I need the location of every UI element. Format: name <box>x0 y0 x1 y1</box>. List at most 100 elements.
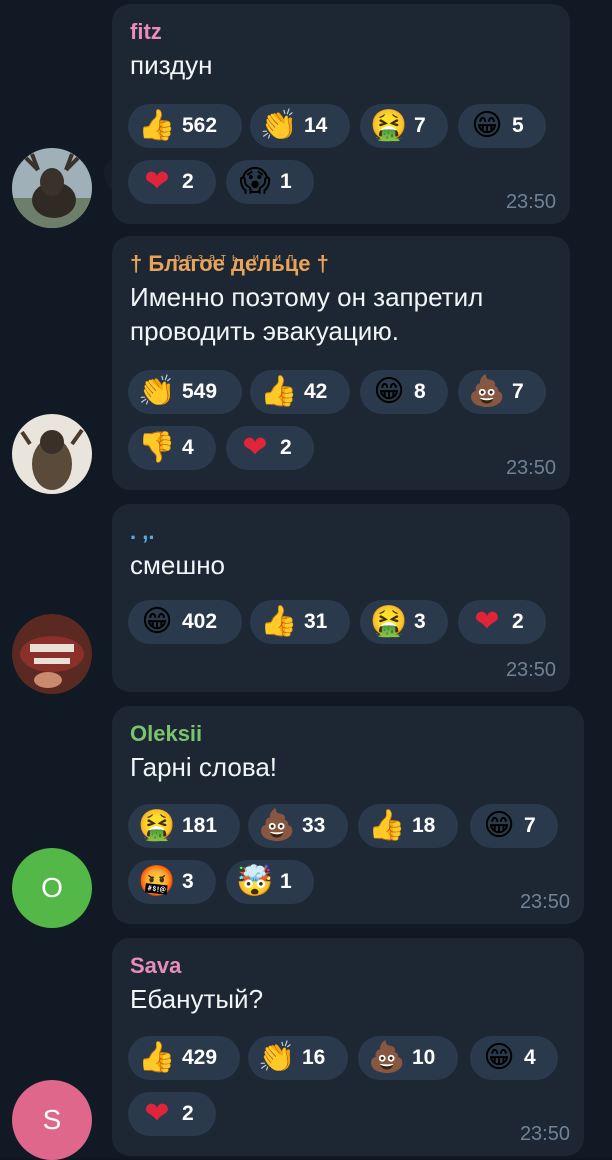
clap-icon: 👏 <box>258 1040 296 1075</box>
scream-face-icon: 😱 <box>239 164 271 199</box>
thumbs-down-icon: 👎 <box>138 430 176 465</box>
reaction-count: 3 <box>182 870 194 893</box>
reaction-count: 2 <box>280 436 292 459</box>
message-bubble[interactable]: fitz пиздун 👍 562 👏 14 🤮 7 😁 5 ❤ 2 😱 1 23:50 <box>112 4 570 224</box>
clap-icon: 👏 <box>260 108 298 143</box>
moose-photo <box>12 148 92 228</box>
reaction-chip[interactable]: ❤ 2 <box>458 600 546 644</box>
vomit-face-icon: 🤮 <box>138 808 176 843</box>
clap-icon: 👏 <box>138 374 176 409</box>
reaction-count: 7 <box>524 814 536 837</box>
exploding-head-icon: 🤯 <box>236 864 274 899</box>
thumbs-up-icon: 👍 <box>138 1040 176 1075</box>
reaction-count: 33 <box>302 814 326 837</box>
sender-name[interactable]: Oleksii <box>130 720 566 748</box>
avatar-initial: O <box>41 872 63 903</box>
message-text: Именно поэтому он запретил проводить эва… <box>130 282 484 346</box>
grin-face-icon: 😁 <box>373 374 405 409</box>
thumbs-up-icon: 👍 <box>260 374 298 409</box>
poop-icon: 💩 <box>468 374 506 409</box>
reaction-chip[interactable]: ❤ 2 <box>226 426 314 470</box>
message-time: 23:50 <box>519 891 570 913</box>
message-time: 23:50 <box>519 1123 570 1145</box>
reaction-chip[interactable]: 😁 7 <box>470 804 558 848</box>
message-time: 23:50 <box>505 191 556 213</box>
message-bubble[interactable]: Sava Ебанутый? 👍 429 👏 16 💩 10 😁 4 ❤ 2 23:50 <box>112 938 584 1156</box>
avatar[interactable] <box>12 148 92 228</box>
reaction-count: 1 <box>280 170 292 193</box>
reaction-chip[interactable]: 👍 562 <box>128 104 242 148</box>
reaction-chip[interactable]: 👍 429 <box>128 1036 240 1080</box>
reaction-count: 7 <box>512 380 524 403</box>
heart-icon: ❤ <box>144 1096 170 1131</box>
reaction-chip[interactable]: 👍 42 <box>250 370 350 414</box>
reaction-count: 2 <box>182 1102 194 1125</box>
avatar[interactable] <box>12 414 92 494</box>
reaction-count: 7 <box>414 114 426 137</box>
message-bubble[interactable]: . ,. смешно 😁 402 👍 31 🤮 3 ❤ 2 23:50 <box>112 504 570 692</box>
reaction-count: 2 <box>182 170 194 193</box>
sender-name[interactable]: . ,. <box>130 518 552 546</box>
reaction-count: 4 <box>524 1046 536 1069</box>
thumbs-up-icon: 👍 <box>138 108 176 143</box>
message-bubble[interactable]: Oleksii Гарні слова! 🤮 181 💩 33 👍 18 😁 7 🤬 3 … <box>112 706 584 924</box>
reaction-count: 16 <box>302 1046 326 1069</box>
thumbs-up-icon: 👍 <box>368 808 406 843</box>
reaction-chip[interactable]: 😁 5 <box>458 104 546 148</box>
message-text: Ебанутый? <box>130 984 264 1014</box>
reaction-count: 8 <box>414 380 426 403</box>
reaction-chip[interactable]: 🤮 7 <box>360 104 448 148</box>
heart-icon: ❤ <box>242 430 268 465</box>
reaction-chip[interactable]: 💩 33 <box>248 804 348 848</box>
reaction-chip[interactable]: ❤ 2 <box>128 160 216 204</box>
reaction-chip[interactable]: 👏 549 <box>128 370 242 414</box>
reaction-chip[interactable]: 👎 4 <box>128 426 216 470</box>
reaction-count: 1 <box>280 870 292 893</box>
reaction-chip[interactable]: 🤯 1 <box>226 860 314 904</box>
avatar[interactable]: S <box>12 1080 92 1160</box>
message-time: 23:50 <box>505 659 556 681</box>
reaction-count: 42 <box>304 380 328 403</box>
grin-face-icon: 😁 <box>483 1040 515 1075</box>
sender-title-overlay: резать игил <box>174 252 300 264</box>
message-text: пиздун <box>130 50 213 80</box>
reaction-count: 181 <box>182 814 218 837</box>
reaction-chip[interactable]: 🤮 181 <box>128 804 240 848</box>
reaction-count: 4 <box>182 436 194 459</box>
reaction-chip[interactable]: 😱 1 <box>226 160 314 204</box>
reaction-count: 562 <box>182 114 218 137</box>
reaction-chip[interactable]: 🤮 3 <box>360 600 448 644</box>
reaction-chip[interactable]: 👍 31 <box>250 600 350 644</box>
sender-name[interactable]: fitz <box>130 18 552 46</box>
message-time: 23:50 <box>505 457 556 479</box>
reaction-count: 31 <box>304 610 328 633</box>
grin-face-icon: 😁 <box>471 108 503 143</box>
reaction-chip[interactable]: 💩 7 <box>458 370 546 414</box>
reaction-chip[interactable]: 🤬 3 <box>128 860 216 904</box>
reaction-count: 549 <box>182 380 218 403</box>
reaction-chip[interactable]: 💩 10 <box>358 1036 458 1080</box>
avatar-initial: S <box>42 1104 62 1135</box>
message-text: Гарні слова! <box>130 752 278 782</box>
sender-name[interactable]: Sava <box>130 952 566 980</box>
reaction-count: 14 <box>304 114 328 137</box>
grin-face-icon: 😁 <box>141 604 173 639</box>
reaction-chip[interactable]: 😁 402 <box>128 600 242 644</box>
reaction-count: 3 <box>414 610 426 633</box>
avatar[interactable]: O <box>12 848 92 928</box>
reaction-chip[interactable]: 👏 16 <box>248 1036 348 1080</box>
grin-face-icon: 😁 <box>483 808 515 843</box>
message-text: смешно <box>130 550 226 580</box>
sender-name[interactable]: резать игил † Благое дельце † <box>130 250 552 278</box>
heart-icon: ❤ <box>474 604 500 639</box>
reaction-chip[interactable]: 😁 8 <box>360 370 448 414</box>
message-bubble[interactable]: резать игил † Благое дельце † Именно поэ… <box>112 236 570 490</box>
reaction-count: 429 <box>182 1046 218 1069</box>
mouth-photo <box>12 614 92 694</box>
reaction-count: 10 <box>412 1046 436 1069</box>
reaction-chip[interactable]: ❤ 2 <box>128 1092 216 1136</box>
reaction-chip[interactable]: 👏 14 <box>250 104 350 148</box>
reaction-chip[interactable]: 👍 18 <box>358 804 458 848</box>
avatar[interactable] <box>12 614 92 694</box>
reaction-chip[interactable]: 😁 4 <box>470 1036 558 1080</box>
